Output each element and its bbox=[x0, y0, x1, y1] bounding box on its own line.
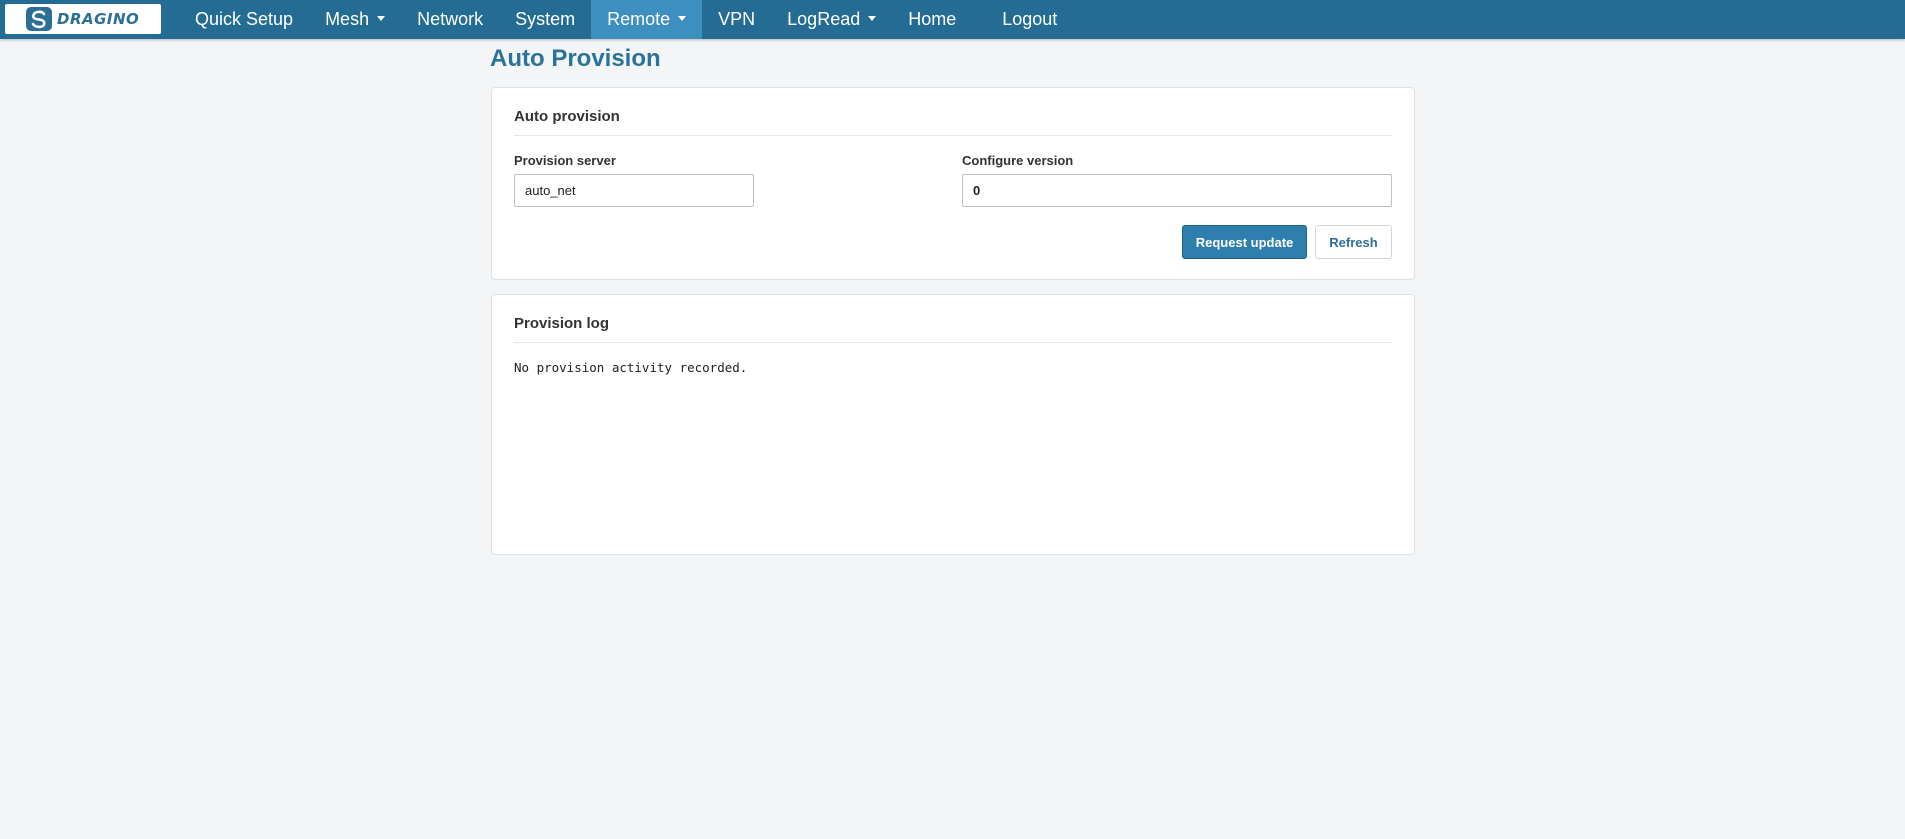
nav-item-quick-setup[interactable]: Quick Setup bbox=[177, 0, 309, 39]
request-update-button[interactable]: Request update bbox=[1182, 225, 1307, 259]
provision-log-output: No provision activity recorded. bbox=[514, 360, 748, 375]
provision-server-input[interactable] bbox=[514, 174, 754, 207]
nav-item-label: Remote bbox=[607, 9, 671, 29]
main-menu: Quick Setup Mesh Network System Remote V… bbox=[177, 0, 1073, 39]
nav-item-network[interactable]: Network bbox=[401, 0, 499, 39]
page-title: Auto Provision bbox=[490, 45, 661, 72]
caret-down-icon bbox=[678, 16, 687, 21]
auto-provision-panel: Auto provision Provision server Configur… bbox=[491, 87, 1415, 280]
provision-server-label: Provision server bbox=[514, 153, 616, 168]
nav-item-remote[interactable]: Remote bbox=[591, 0, 703, 39]
divider bbox=[514, 135, 1392, 136]
nav-item-label: Quick Setup bbox=[195, 9, 294, 29]
divider bbox=[514, 342, 1392, 343]
nav-item-system[interactable]: System bbox=[499, 0, 591, 39]
provision-log-panel-title: Provision log bbox=[514, 315, 610, 332]
caret-down-icon bbox=[868, 16, 877, 21]
brand-logo-text: DRAGINO bbox=[57, 10, 140, 28]
nav-item-label: System bbox=[515, 9, 576, 29]
nav-item-label: VPN bbox=[718, 9, 756, 29]
nav-item-label: Logout bbox=[1002, 9, 1058, 29]
nav-item-label: Home bbox=[908, 9, 957, 29]
nav-item-logread[interactable]: LogRead bbox=[771, 0, 892, 39]
top-navbar: DRAGINO Quick Setup Mesh Network System … bbox=[0, 0, 1905, 39]
nav-item-label: LogRead bbox=[787, 9, 861, 29]
nav-item-vpn[interactable]: VPN bbox=[702, 0, 771, 39]
caret-down-icon bbox=[377, 16, 386, 21]
refresh-button[interactable]: Refresh bbox=[1315, 225, 1392, 259]
nav-item-label: Mesh bbox=[325, 9, 370, 29]
nav-item-mesh[interactable]: Mesh bbox=[309, 0, 401, 39]
nav-item-home[interactable]: Home bbox=[892, 0, 986, 39]
configure-version-label: Configure version bbox=[962, 153, 1074, 168]
nav-item-label: Network bbox=[417, 9, 484, 29]
dragino-logo-icon bbox=[26, 7, 52, 31]
nav-item-logout[interactable]: Logout bbox=[986, 0, 1073, 39]
auto-provision-panel-title: Auto provision bbox=[514, 108, 620, 125]
provision-log-panel: Provision log No provision activity reco… bbox=[491, 294, 1415, 555]
brand-logo[interactable]: DRAGINO bbox=[5, 4, 161, 34]
configure-version-input[interactable] bbox=[962, 174, 1392, 207]
